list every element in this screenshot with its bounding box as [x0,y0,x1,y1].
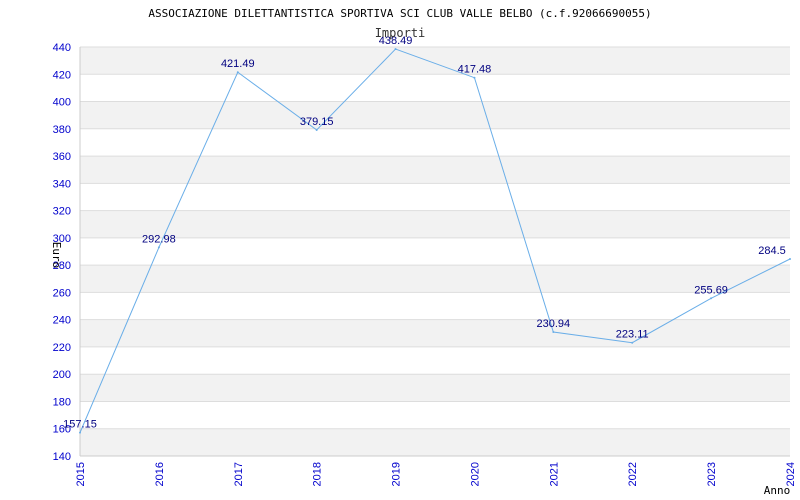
data-point [631,341,634,344]
y-tick-label: 220 [53,342,71,354]
data-label: 292.98 [142,233,176,245]
data-point [552,331,555,334]
data-point [473,76,476,79]
data-label: 157.15 [63,419,97,431]
plot-band [80,101,790,129]
x-tick-label: 2022 [627,462,639,486]
y-tick-label: 340 [53,178,71,190]
x-tick-label: 2023 [706,462,718,486]
y-tick-label: 320 [53,206,71,218]
data-point [315,128,318,131]
plot-background-bands [80,47,790,456]
data-label: 379.15 [300,116,334,128]
y-tick-label: 140 [53,451,71,463]
y-tick-label: 200 [53,369,71,381]
y-tick-label: 440 [53,42,71,54]
plot-band [80,47,790,75]
y-tick-label: 360 [53,151,71,163]
line-chart: 1401601802002202402602803003203403603804… [50,7,797,497]
y-tick-label: 260 [53,287,71,299]
x-tick-label: 2021 [548,462,560,486]
plot-band [80,428,790,456]
data-point [394,48,397,51]
plot-band [80,374,790,402]
data-label: 223.11 [616,329,649,341]
x-tick-label: 2017 [233,462,245,486]
x-tick-label: 2019 [391,462,403,486]
plot-band [80,265,790,293]
y-tick-label: 380 [53,124,71,136]
plot-band [80,210,790,238]
x-tick-labels: 2015 2016 2017 2018 2019 2020 2021 2022 2023 2024 [75,462,797,486]
data-point [157,246,160,249]
data-label: 284.5 [758,245,786,257]
plot-band [80,156,790,184]
x-axis-title: Anno [764,484,791,497]
data-label: 421.49 [221,58,255,70]
chart-title: ASSOCIAZIONE DILETTANTISTICA SPORTIVA SC… [148,7,651,20]
x-tick-label: 2016 [154,462,166,486]
y-tick-label: 240 [53,315,71,327]
data-label: 230.94 [537,318,571,330]
data-point [710,297,713,300]
data-point [236,71,239,74]
plot-band [80,319,790,347]
data-label: 255.69 [694,284,728,296]
data-point [79,431,81,434]
data-label: 417.48 [458,64,492,76]
y-tick-label: 400 [53,97,71,109]
data-point [789,257,791,260]
x-tick-label: 2020 [469,462,481,486]
y-axis-title: Euro [50,242,63,269]
y-tick-label: 420 [53,69,71,81]
y-tick-label: 180 [53,396,71,408]
chart-subtitle: Importi [375,26,426,40]
x-tick-label: 2015 [75,462,87,486]
x-tick-label: 2018 [312,462,324,486]
x-tick-label: 2024 [785,462,797,486]
